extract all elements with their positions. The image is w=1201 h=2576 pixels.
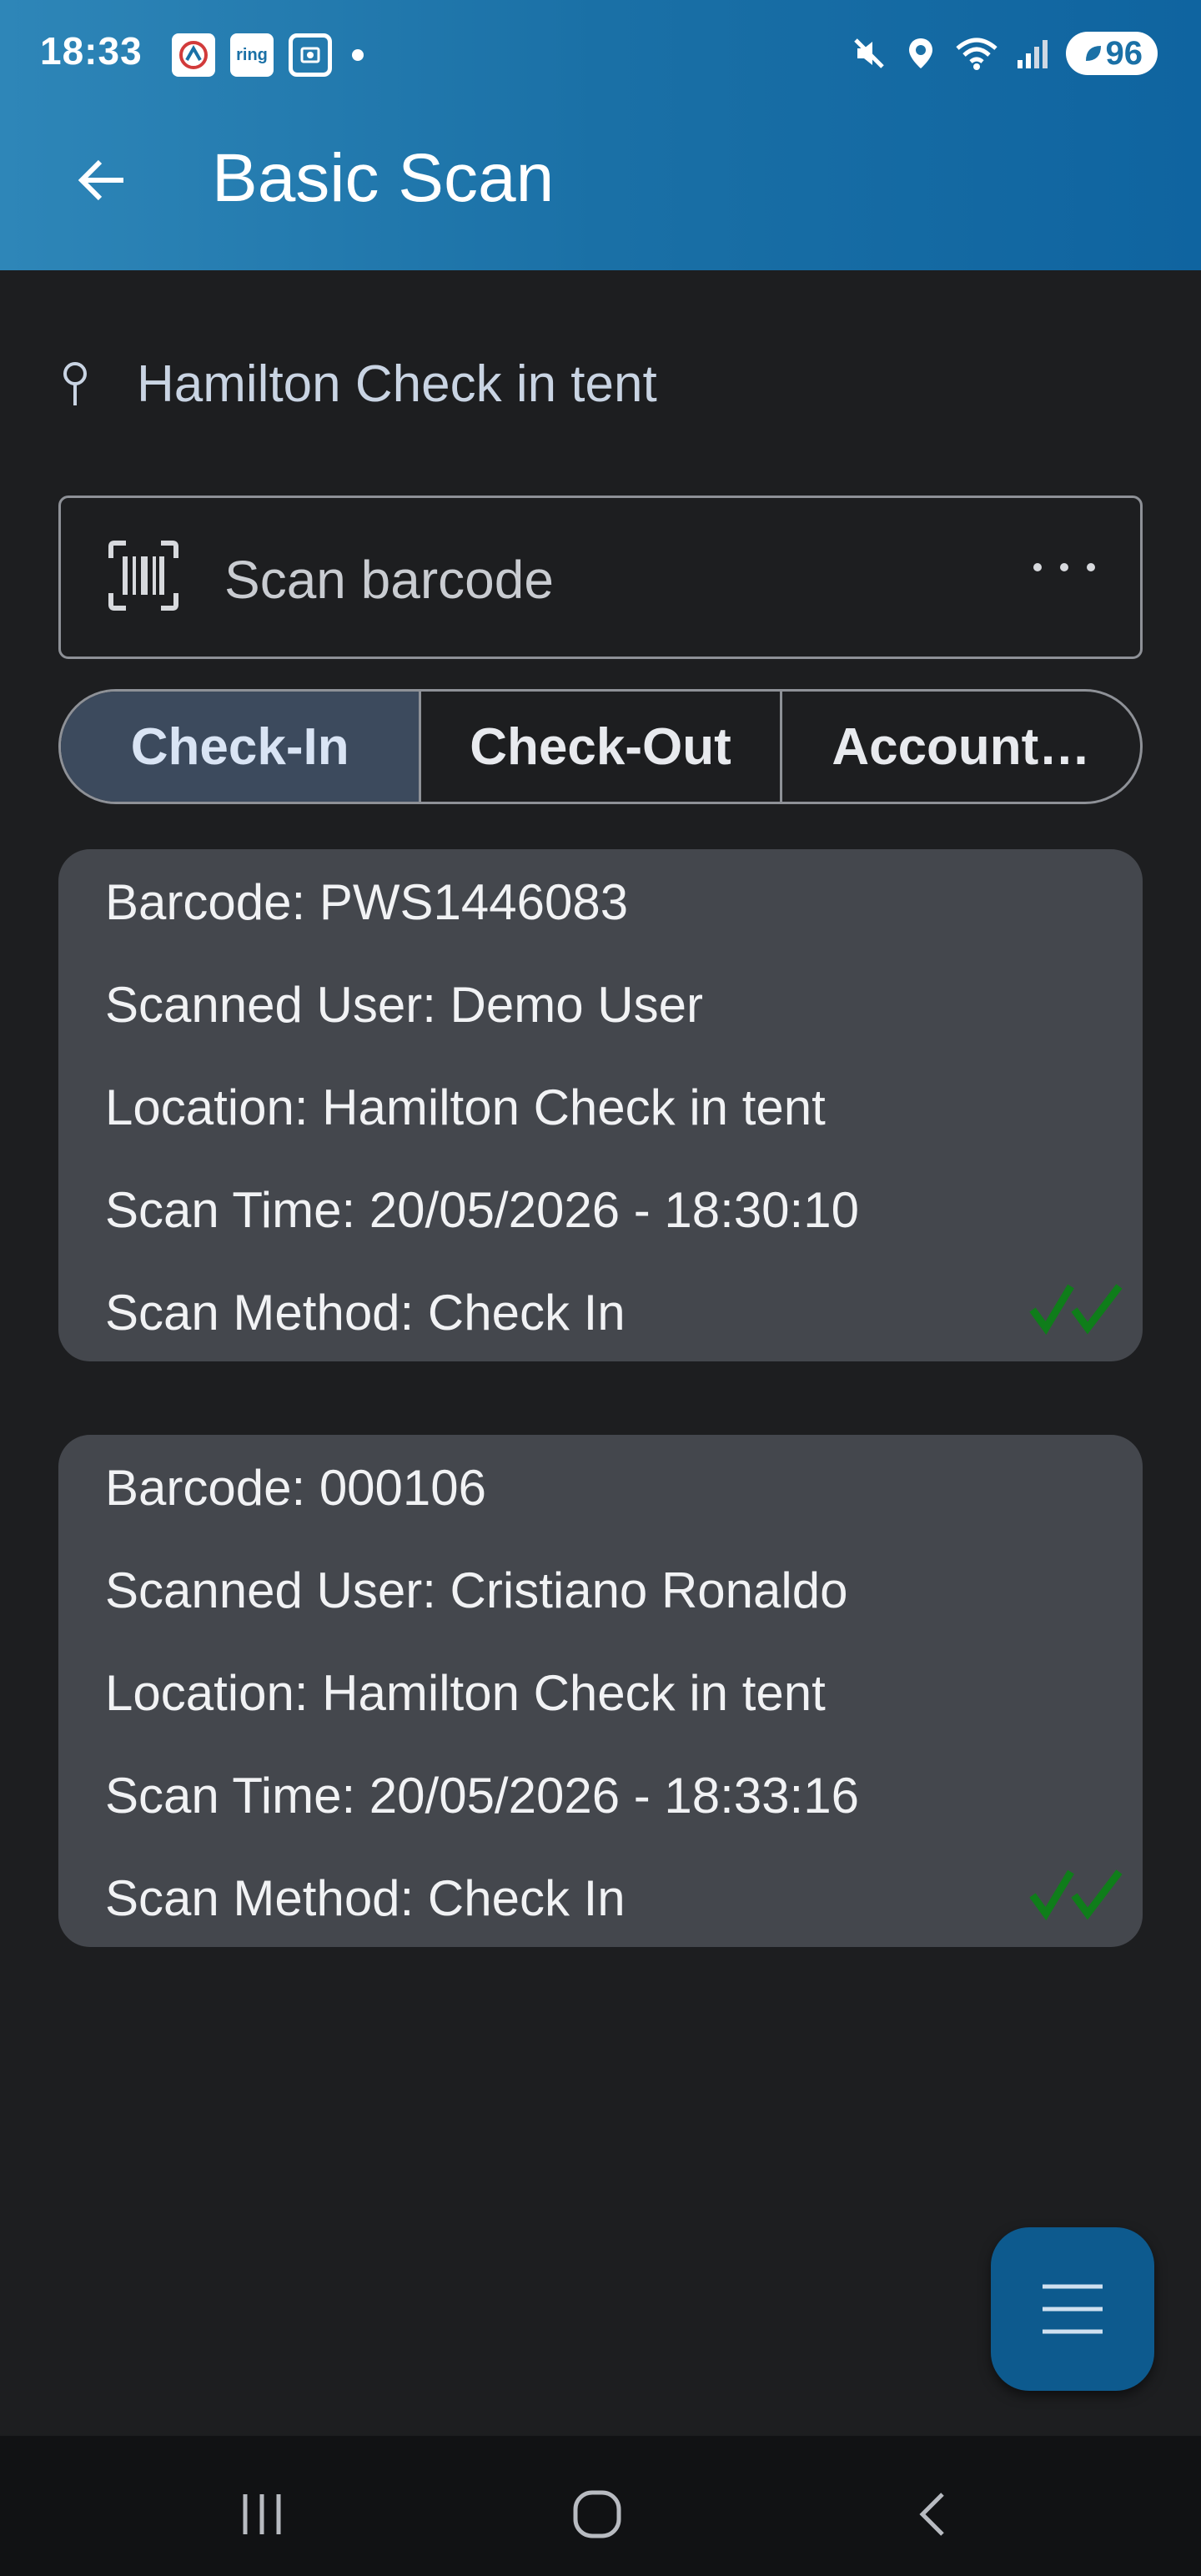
scan-mode-tabs: Check-In Check-Out Account… <box>58 689 1143 804</box>
tab-check-out[interactable]: Check-Out <box>421 692 782 802</box>
scan-method-text: Scan Method: Check In <box>105 1285 626 1341</box>
more-notifications-dot-icon <box>352 49 364 61</box>
scanned-user-text: Scanned User: Cristiano Ronaldo <box>105 1562 848 1618</box>
scan-barcode-placeholder: Scan barcode <box>224 550 554 610</box>
barcode-scanner-icon <box>108 541 178 611</box>
app-header: 18:33 ring 96 Basic Scan <box>0 0 1201 270</box>
more-horizontal-icon[interactable] <box>1033 563 1095 571</box>
barcode-text: Barcode: 000106 <box>105 1460 487 1516</box>
screen: 18:33 ring 96 Basic Scan Hamilton Check … <box>0 0 1201 2576</box>
tab-check-in[interactable]: Check-In <box>61 692 422 802</box>
scan-barcode-field[interactable]: Scan barcode <box>58 496 1143 659</box>
recent-apps-button[interactable] <box>220 2473 304 2556</box>
back-nav-button[interactable] <box>892 2473 976 2556</box>
scan-time-text: Scan Time: 20/05/2026 - 18:33:16 <box>105 1768 859 1824</box>
location-text: Location: Hamilton Check in tent <box>105 1665 826 1721</box>
tab-account[interactable]: Account… <box>782 692 1140 802</box>
double-check-icon <box>1029 1284 1123 1336</box>
home-icon <box>573 2490 621 2538</box>
battery-level: 96 <box>1105 34 1143 72</box>
menu-icon <box>1043 2284 1103 2334</box>
location-pin-icon <box>63 362 87 405</box>
location-name: Hamilton Check in tent <box>137 355 657 413</box>
status-time: 18:33 <box>40 29 143 73</box>
home-button[interactable] <box>555 2473 639 2556</box>
recent-apps-icon <box>243 2494 281 2534</box>
arrow-left-icon <box>78 159 123 201</box>
system-icons: 96 <box>851 32 1158 75</box>
wifi-icon <box>954 35 999 72</box>
screenshot-notification-icon <box>289 33 332 77</box>
scan-record-card[interactable]: Barcode: PWS1446083 Scanned User: Demo U… <box>58 849 1143 1361</box>
scan-time-text: Scan Time: 20/05/2026 - 18:30:10 <box>105 1182 859 1238</box>
chevron-left-icon <box>919 2493 944 2536</box>
app-notification-icon <box>172 33 215 77</box>
battery-indicator: 96 <box>1065 32 1158 75</box>
location-status-icon <box>904 35 937 72</box>
status-bar: 18:33 ring 96 <box>0 0 1201 108</box>
battery-saver-icon <box>1085 46 1101 61</box>
scan-record-card[interactable]: Barcode: 000106 Scanned User: Cristiano … <box>58 1435 1143 1947</box>
menu-fab-button[interactable] <box>991 2227 1154 2391</box>
scan-method-text: Scan Method: Check In <box>105 1870 626 1926</box>
system-navigation-bar <box>0 2436 1201 2576</box>
notification-icons: ring <box>172 33 364 77</box>
scanned-user-text: Scanned User: Demo User <box>105 977 703 1033</box>
double-check-icon <box>1029 1869 1123 1921</box>
location-selector[interactable]: Hamilton Check in tent <box>58 350 657 417</box>
ring-label: ring <box>236 45 268 64</box>
barcode-text: Barcode: PWS1446083 <box>105 874 629 930</box>
signal-icon <box>1016 35 1049 72</box>
back-button[interactable] <box>62 140 142 220</box>
location-text: Location: Hamilton Check in tent <box>105 1079 826 1135</box>
ring-notification-icon: ring <box>230 33 274 77</box>
page-title: Basic Scan <box>212 140 555 216</box>
mute-icon <box>851 35 887 72</box>
